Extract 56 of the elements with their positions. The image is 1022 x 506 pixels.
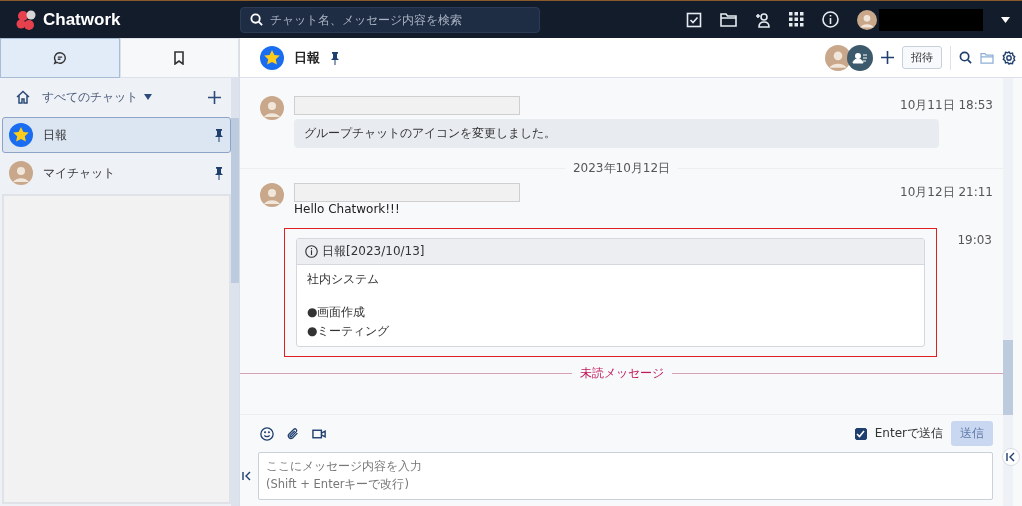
video-icon[interactable] [312,427,327,440]
pin-icon[interactable] [214,128,224,142]
settings-icon[interactable] [1002,50,1016,65]
checkbox-label: Enterで送信 [874,425,943,442]
message-time: 10月12日 21:11 [900,184,993,201]
scrollbar[interactable] [1003,78,1013,506]
info-title: 日報[2023/10/13] [322,243,425,260]
search-icon [250,12,263,26]
search-field[interactable]: チャット名、メッセージ内容を検索 [240,6,540,33]
star-avatar [260,45,284,70]
caret-icon [144,94,152,100]
chat-room-item[interactable]: 日報 [2,117,231,153]
paperclip-icon[interactable] [286,426,300,441]
logo-text: Chatwork [43,9,121,30]
collapse-icon [1006,452,1016,462]
bullet-item: ●ミーティング [307,323,391,340]
emoji-icon[interactable] [260,426,274,441]
chat-filter-dropdown[interactable]: すべてのチャット [42,88,152,106]
bookmark-icon [173,51,186,65]
apps-grid-icon[interactable] [789,12,804,27]
pin-icon[interactable] [330,50,340,65]
unread-divider: 未読メッセージ [579,365,664,382]
message-input[interactable]: ここにメッセージ内容を入力 (Shift + Enterキーで改行) [258,452,993,500]
info-icon[interactable] [822,11,839,28]
expand-panel-button[interactable] [1002,448,1020,466]
scrollbar[interactable] [231,78,239,506]
message-time: 19:03 [957,233,992,247]
avatar [857,9,877,30]
message-time: 10月11日 18:53 [900,97,993,114]
info-icon [305,245,318,258]
add-contact-icon[interactable] [755,11,771,28]
collapse-icon[interactable] [242,471,252,481]
star-avatar [9,123,33,147]
task-checkbox-icon[interactable] [686,11,702,28]
bullet-item: ●画面作成 [307,304,367,321]
chat-bubble-icon [52,51,67,65]
pin-icon[interactable] [214,166,224,180]
chat-title: 日報 [294,48,320,67]
logo-icon [16,8,38,31]
chat-room-item[interactable]: マイチャット [2,155,231,191]
notice-message: グループチャットのアイコンを変更しました。 [294,119,939,148]
checkbox[interactable] [854,427,867,440]
avatar [260,183,284,207]
home-icon[interactable] [16,90,30,104]
plus-icon[interactable] [881,51,894,64]
avatar [9,161,33,185]
date-divider: 2023年10月12日 [572,160,671,177]
invite-button[interactable]: 招待 [902,46,942,69]
dropdown-caret-icon[interactable] [1001,16,1010,23]
search-icon[interactable] [959,51,972,64]
avatar [825,44,851,71]
message-text: Hello Chatwork!!! [294,202,401,216]
members-icon[interactable] [847,44,873,71]
plus-icon[interactable] [208,90,221,104]
avatar [260,96,284,120]
info-text: 社内システム [307,271,380,288]
